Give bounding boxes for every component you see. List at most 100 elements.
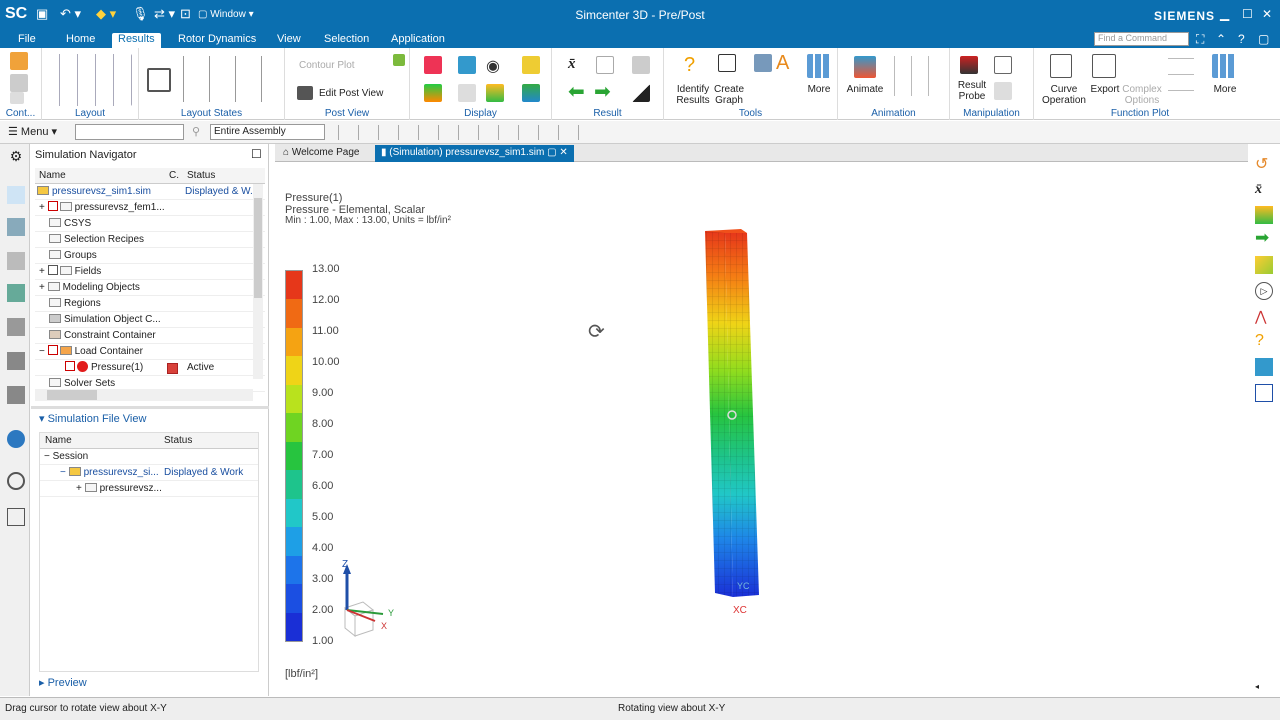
function-plot-options[interactable] [1168, 56, 1194, 96]
identify-icon[interactable]: ? [1255, 332, 1273, 350]
export-button[interactable]: Export [1090, 84, 1120, 95]
create-graph-button[interactable]: Create Graph [712, 84, 746, 106]
display-color-icon[interactable] [522, 84, 540, 102]
tree-row-sim[interactable]: pressurevsz_sim1.sim Displayed & W. [35, 184, 265, 200]
file-row-sim[interactable]: − pressurevsz_si... Displayed & Work [40, 465, 258, 481]
layout-state-buttons[interactable] [179, 56, 275, 102]
maximize-panel-icon[interactable]: ☐ [251, 147, 262, 161]
display-pen-icon[interactable] [458, 84, 476, 102]
p1p2-icon[interactable] [994, 56, 1012, 74]
more-tools-button[interactable]: More [804, 84, 834, 95]
panel-splitter[interactable] [31, 406, 269, 409]
graph-icon[interactable]: ⋀ [1255, 308, 1273, 326]
display-surface-icon[interactable] [486, 84, 504, 102]
graph-icon[interactable] [718, 54, 736, 72]
export-icon[interactable] [1092, 54, 1116, 78]
menu-view[interactable]: View [271, 33, 307, 48]
result-range-icon[interactable] [632, 84, 650, 102]
tree-row-fem[interactable]: + pressurevsz_fem1... [35, 200, 265, 216]
hscroll-thumb[interactable] [47, 390, 97, 400]
col-status[interactable]: Status [164, 433, 192, 449]
roles-icon[interactable] [7, 508, 25, 526]
more-function-button[interactable]: More [1210, 84, 1240, 95]
more-function-icon[interactable] [1212, 54, 1236, 78]
search-icon[interactable]: ⚲ [1174, 32, 1183, 46]
file-row-fem[interactable]: + pressurevsz... [40, 481, 258, 497]
tree-row-simulation-object-container[interactable]: Simulation Object C... [35, 312, 265, 328]
annotation-icon[interactable]: A [776, 52, 794, 74]
formula-icon[interactable]: x̄ [568, 56, 586, 74]
checkbox[interactable] [47, 265, 58, 276]
checkbox[interactable] [47, 345, 58, 356]
more-tools-icon[interactable] [807, 54, 831, 78]
help-icon[interactable]: ? [1238, 32, 1245, 46]
probe-icon[interactable] [960, 56, 978, 74]
tree-row-groups[interactable]: Groups [35, 248, 265, 264]
menu-button[interactable]: ☰ Menu ▾ [8, 125, 57, 138]
vertical-scrollbar[interactable] [253, 184, 263, 379]
tree-row-pressure[interactable]: Pressure(1) Active [35, 360, 265, 376]
identify-results-button[interactable]: Identify Results [674, 84, 712, 106]
display-deform-icon[interactable] [458, 56, 476, 74]
fullscreen-icon[interactable]: ⛶ [1196, 32, 1204, 47]
cont-option-icon[interactable] [10, 74, 28, 92]
frame-icon[interactable] [1255, 384, 1273, 402]
previous-arrow-icon[interactable]: ⬅ [568, 82, 586, 102]
edit-post-view-icon[interactable] [297, 86, 313, 100]
collapse-ribbon-icon[interactable]: ⌃ [1216, 32, 1226, 46]
display-fringe-icon[interactable] [424, 84, 442, 102]
col-name[interactable]: Name [45, 433, 72, 449]
display-mesh-icon[interactable] [522, 56, 540, 74]
next-result-icon[interactable]: ➡ [1255, 229, 1273, 248]
col-c[interactable]: C. [169, 168, 179, 184]
tree-row-constraint-container[interactable]: Constraint Container [35, 328, 265, 344]
web-browser-icon[interactable] [7, 430, 25, 448]
options-icon[interactable]: ▢ [1258, 32, 1269, 46]
col-name[interactable]: Name [39, 168, 66, 184]
curve-operation-button[interactable]: Curve Operation [1042, 84, 1086, 106]
type-filter-dropdown[interactable] [75, 124, 184, 140]
menu-rotor-dynamics[interactable]: Rotor Dynamics [172, 33, 262, 48]
contour-icon[interactable] [10, 52, 28, 70]
graph-nav-icon[interactable] [7, 252, 25, 270]
reuse-library-icon[interactable] [7, 386, 25, 404]
tree-row-load-container[interactable]: − Load Container [35, 344, 265, 360]
scroll-thumb[interactable] [254, 198, 262, 298]
refresh-icon[interactable]: ↺ [1255, 154, 1273, 173]
tree-row-fields[interactable]: + Fields [35, 264, 265, 280]
assembly-nav-icon[interactable] [7, 352, 25, 370]
graphics-window[interactable]: Pressure(1) Pressure - Elemental, Scalar… [275, 163, 1245, 696]
tree-row-modeling-objects[interactable]: + Modeling Objects [35, 280, 265, 296]
contour-icon[interactable] [1255, 206, 1273, 224]
menu-results[interactable]: Results [112, 33, 161, 48]
formula-icon[interactable]: x̄ [1255, 182, 1273, 200]
post-nav-icon[interactable] [7, 284, 25, 302]
simulation-navigator-icon[interactable] [7, 186, 25, 204]
tool-probe-icon[interactable] [754, 54, 772, 72]
identify-icon[interactable]: ? [684, 54, 702, 76]
preview-header[interactable]: ▸ Preview [39, 676, 87, 689]
post-view-option-icon[interactable] [393, 54, 405, 66]
complex-options-button[interactable]: Complex Options [1122, 84, 1162, 106]
layout-grid-icons[interactable] [56, 54, 132, 106]
tree-row-regions[interactable]: Regions [35, 296, 265, 312]
curve-operation-icon[interactable] [1050, 54, 1072, 78]
close-button[interactable]: ✕ [1262, 7, 1272, 21]
display-contour-icon[interactable] [424, 56, 442, 74]
manipulation-option-icon[interactable] [994, 82, 1012, 100]
animate-button[interactable]: Animate [846, 84, 884, 95]
play-icon[interactable]: ▷ [1255, 282, 1273, 300]
checkbox[interactable] [47, 201, 58, 212]
col-status[interactable]: Status [187, 168, 215, 184]
result-probe-button[interactable]: Result Probe [954, 80, 990, 102]
animation-controls[interactable] [892, 56, 944, 96]
minimize-button[interactable]: ▁ [1220, 7, 1229, 21]
checkbox[interactable] [65, 361, 75, 372]
settings-icon[interactable]: ⚙ [7, 148, 25, 166]
animate-icon[interactable] [854, 56, 876, 78]
sim-file-icon[interactable] [7, 218, 25, 236]
menu-home[interactable]: Home [60, 33, 101, 48]
tree-row-selection-recipes[interactable]: Selection Recipes [35, 232, 265, 248]
probe-icon[interactable] [1255, 358, 1273, 376]
maximize-button[interactable]: ☐ [1242, 7, 1253, 21]
